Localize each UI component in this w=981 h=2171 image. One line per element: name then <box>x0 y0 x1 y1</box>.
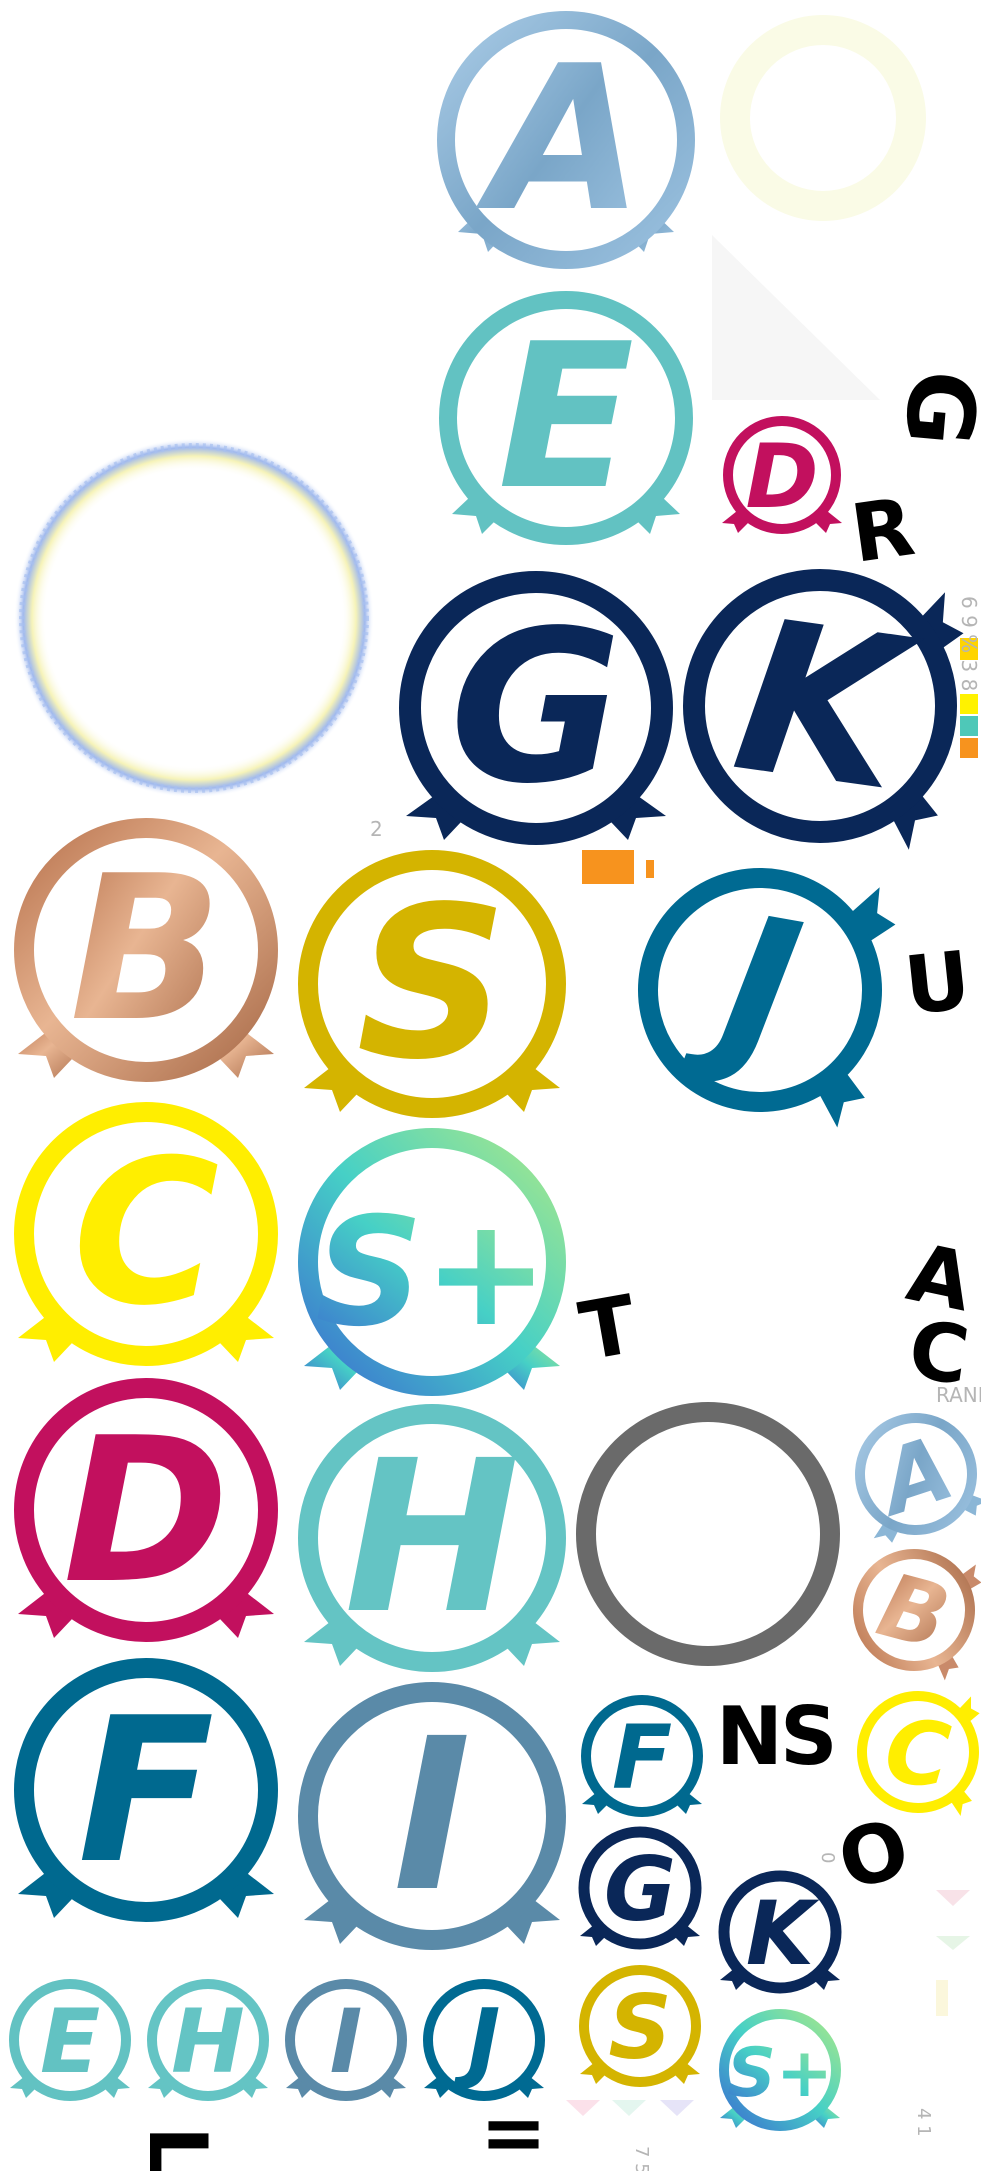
badge-i-large: I <box>298 1682 566 1950</box>
badge-a-letter: A <box>476 23 644 256</box>
faint-triangle <box>712 235 880 400</box>
faint-lavender-tri-b <box>660 2100 694 2116</box>
badge-b-small: B <box>853 1549 981 1681</box>
badge-k-small-letter: K <box>746 1882 820 1985</box>
glyph-two-lines: = <box>480 2086 547 2171</box>
badge-d-letter: D <box>63 1395 229 1628</box>
glyph-r: R <box>846 480 920 581</box>
faint-ring <box>720 15 926 221</box>
label-75: 7 5 <box>631 2146 652 2171</box>
badge-g-small-letter: G <box>604 1838 676 1941</box>
glyph-o: O <box>829 1801 919 1908</box>
badge-j-small: J <box>423 1979 545 2101</box>
badge-b-letter: B <box>70 833 222 1066</box>
badge-c-small-letter: C <box>881 1699 954 1807</box>
badge-a-large: A <box>437 11 695 269</box>
faint-pink-tri-b <box>566 2100 600 2116</box>
badge-e-letter: E <box>498 301 635 534</box>
badge-i-letter: I <box>393 1693 471 1938</box>
glyph-l: L <box>131 2126 224 2171</box>
badge-d-small: D <box>722 416 842 534</box>
badge-s-small-letter: S <box>608 1976 671 2079</box>
badge-splus-small: S+ <box>719 2009 841 2131</box>
label-2: 2 <box>370 817 383 841</box>
badge-i-small-letter: I <box>330 1990 363 2093</box>
swatch-orange-tick <box>646 860 654 878</box>
badge-i-small: I <box>285 1979 407 2101</box>
badge-f-letter: F <box>78 1675 215 1908</box>
badge-k-small: K <box>718 1870 842 1994</box>
badge-s-small: S <box>579 1965 701 2087</box>
glyph-t: T <box>573 1278 643 1379</box>
badge-f-small-letter: F <box>612 1706 672 1809</box>
badge-f-small: F <box>581 1695 703 1817</box>
swatch-yellow-2 <box>960 694 978 714</box>
badge-h-letter: H <box>344 1415 520 1660</box>
glyph-g: G <box>884 366 981 451</box>
badge-splus-large: S+ <box>298 1128 566 1396</box>
badge-s-large: S <box>298 850 566 1118</box>
label-0: 0 <box>817 1852 838 1863</box>
faint-mint-tri-b <box>612 2100 646 2116</box>
glow-ring <box>14 438 374 798</box>
faint-yellow-bar <box>936 1980 948 2016</box>
badge-s-letter: S <box>356 861 507 1106</box>
digits-column: 6 9 % 3 8 <box>957 596 981 691</box>
faint-pink-triangle <box>936 1890 970 1906</box>
badge-h-large: H <box>298 1404 566 1672</box>
badge-e-small: E <box>9 1979 131 2101</box>
badge-d-large: D <box>14 1378 278 1642</box>
swatch-teal <box>960 716 978 736</box>
badge-splus-small-letter: S+ <box>727 2034 833 2113</box>
faint-green-triangle <box>936 1936 970 1950</box>
swatch-orange-small <box>960 738 978 758</box>
badge-g-letter: G <box>450 585 622 830</box>
badge-g-small: G <box>578 1826 702 1950</box>
badge-h-small: H <box>147 1979 269 2101</box>
badge-c-letter: C <box>73 1117 220 1350</box>
glyph-s: S <box>780 1690 838 1783</box>
badge-c-large: C <box>14 1102 278 1366</box>
swatch-orange-large <box>582 850 634 884</box>
badge-d-small-letter: D <box>745 425 818 528</box>
badge-e-small-letter: E <box>40 1990 100 2093</box>
badge-b-large: B <box>14 818 278 1082</box>
badge-k-large: K <box>683 569 964 850</box>
sprite-atlas: A E G K J B S C S+ D H F I D A B C F G K… <box>9 11 981 2171</box>
label-41: 4 1 <box>913 2108 934 2137</box>
badge-h-small-letter: H <box>171 1990 245 2093</box>
badge-e-large: E <box>439 291 693 545</box>
badge-splus-letter: S+ <box>315 1186 549 1360</box>
badge-c-small: C <box>857 1691 980 1816</box>
badge-blank-ring <box>576 1402 840 1666</box>
badge-j-large: J <box>638 868 896 1128</box>
badge-a-small: A <box>855 1413 981 1543</box>
rank-label: RANK <box>936 1383 981 1407</box>
glyph-u: U <box>900 934 974 1033</box>
glyph-n: N <box>716 1690 783 1783</box>
badge-g-large: G <box>399 571 673 845</box>
badge-f-large: F <box>14 1658 278 1922</box>
